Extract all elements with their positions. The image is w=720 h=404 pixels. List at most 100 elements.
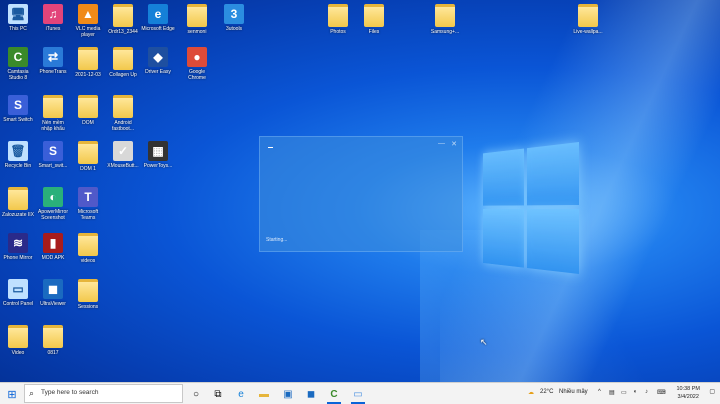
network-icon[interactable]: ▤ bbox=[609, 389, 615, 396]
close-icon[interactable]: ✕ bbox=[451, 140, 457, 148]
desktop-icon-label: senmoni bbox=[187, 29, 207, 35]
desktop-icon[interactable]: Ordr13_2344 bbox=[106, 4, 140, 35]
folder-icon bbox=[8, 187, 28, 210]
desktop-icon-label: XMouseButt... bbox=[107, 163, 139, 169]
desktop-icon-label: Smart_swit... bbox=[38, 163, 68, 169]
desktop-icon[interactable]: T Microsoft Teams bbox=[71, 187, 105, 221]
desktop-icon-label: Photos bbox=[330, 29, 346, 35]
app-icon: ⇄ bbox=[43, 47, 63, 67]
loading-status-text: Starting... bbox=[266, 237, 288, 243]
desktop-icon[interactable]: ▭ Control Panel bbox=[1, 279, 35, 307]
recorder-taskbar-icon[interactable]: ▭ bbox=[350, 386, 366, 402]
cortana-icon[interactable]: ○ bbox=[188, 386, 204, 402]
desktop-icon[interactable]: senmoni bbox=[180, 4, 214, 35]
battery-icon[interactable]: ▭ bbox=[621, 389, 627, 396]
desktop-icon[interactable]: ▦ PowerToys... bbox=[141, 141, 175, 169]
clock[interactable]: 10:38 PM 3/4/2022 bbox=[676, 385, 700, 401]
folder-icon bbox=[43, 325, 63, 348]
desktop-icon-label: Samsung+... bbox=[430, 29, 460, 35]
folder-icon bbox=[113, 4, 133, 27]
desktop-icon[interactable]: ≋ Phone Mirror bbox=[1, 233, 35, 261]
desktop-icon[interactable]: Live-wallpa... bbox=[571, 4, 605, 35]
app-icon: T bbox=[78, 187, 98, 207]
desktop-icon[interactable]: Photos bbox=[321, 4, 355, 35]
desktop-icon[interactable]: Nén mềm nhập khẩu bbox=[36, 95, 70, 132]
ultraviewer-taskbar-icon[interactable]: ◼ bbox=[303, 386, 319, 402]
file-explorer-taskbar-icon[interactable]: ▬ bbox=[256, 386, 272, 402]
desktop-icon[interactable]: Android fastboot... bbox=[106, 95, 140, 132]
keyboard-icon[interactable]: ⌨ bbox=[657, 389, 666, 396]
desktop-icon-label: PhoneTrans bbox=[39, 69, 67, 75]
loading-window[interactable]: — ✕ Starting... bbox=[259, 136, 463, 252]
volume-icon[interactable]: ◖ bbox=[633, 389, 637, 395]
app-icon: S bbox=[8, 95, 28, 115]
weather-icon[interactable]: ☁ bbox=[528, 389, 534, 396]
desktop-icon-label: UltraViewer bbox=[40, 301, 66, 307]
app-icon: 3 bbox=[224, 4, 244, 24]
app-icon: ▲ bbox=[78, 4, 98, 24]
folder-icon bbox=[364, 4, 384, 27]
task-view-icon[interactable]: ⧉ bbox=[210, 386, 226, 402]
desktop-icon[interactable]: videos bbox=[71, 233, 105, 264]
desktop-icon[interactable]: Collagen Up bbox=[106, 47, 140, 78]
desktop-icon[interactable]: ♫ iTunes bbox=[36, 4, 70, 32]
desktop-icon-label: 0817 bbox=[47, 350, 59, 356]
weather-temp[interactable]: 22°C bbox=[540, 389, 553, 395]
app-icon: ▦ bbox=[148, 141, 168, 161]
edge-taskbar-icon[interactable]: e bbox=[233, 386, 249, 402]
desktop-icon[interactable]: 0817 bbox=[36, 325, 70, 356]
desktop-icon-label: videos bbox=[80, 258, 96, 264]
desktop-icon[interactable]: Zalozuzate IIX bbox=[1, 187, 35, 218]
desktop-icon[interactable]: ⇄ PhoneTrans bbox=[36, 47, 70, 75]
desktop-icon[interactable]: ◼ UltraViewer bbox=[36, 279, 70, 307]
desktop-icon-label: VLC media player bbox=[75, 26, 101, 38]
notifications-icon[interactable]: ▢ bbox=[709, 388, 715, 395]
desktop-icon[interactable]: ▲ VLC media player bbox=[71, 4, 105, 38]
chevron-up-icon[interactable]: ^ bbox=[598, 389, 601, 395]
desktop-icon[interactable]: ✓ XMouseButt... bbox=[106, 141, 140, 169]
weather-desc[interactable]: Nhiều mây bbox=[559, 389, 588, 395]
desktop-icon[interactable]: 🖥 This PC bbox=[1, 4, 35, 32]
app-icon: ▭ bbox=[8, 279, 28, 299]
app-icon: ≋ bbox=[8, 233, 28, 253]
desktop-icon-label: Smart Switch bbox=[3, 117, 33, 123]
app-icon: ● bbox=[187, 47, 207, 67]
camtasia-taskbar-icon[interactable]: C bbox=[326, 386, 342, 402]
desktop-icon-label: This PC bbox=[9, 26, 27, 32]
start-button[interactable]: ⊞ bbox=[4, 386, 20, 402]
desktop-icon[interactable]: Samsung+... bbox=[428, 4, 462, 35]
app-icon: 🗑 bbox=[8, 141, 28, 161]
desktop-icon-label: Control Panel bbox=[2, 301, 34, 307]
desktop-icon-label: Recycle Bin bbox=[4, 163, 32, 169]
desktop-icon[interactable]: 3 3utools bbox=[217, 4, 251, 32]
desktop-icon[interactable]: ● Google Chrome bbox=[180, 47, 214, 81]
minimize-icon[interactable]: — bbox=[438, 140, 445, 147]
search-box[interactable]: ⌕ Type here to search bbox=[24, 384, 183, 403]
desktop-icon[interactable]: ◐ ApowerMirror Sceenshot bbox=[36, 187, 70, 221]
folder-icon bbox=[78, 47, 98, 70]
desktop-icon-label: Nén mềm nhập khẩu bbox=[41, 120, 65, 132]
desktop-icon[interactable]: S Smart Switch bbox=[1, 95, 35, 123]
desktop-icon[interactable]: S Smart_swit... bbox=[36, 141, 70, 169]
desktop-icon[interactable]: ◆ Driver Easy bbox=[141, 47, 175, 75]
desktop-icon[interactable]: Video bbox=[1, 325, 35, 356]
desktop-icon-label: Microsoft Edge bbox=[141, 26, 175, 32]
desktop-icon[interactable]: 🗑 Recycle Bin bbox=[1, 141, 35, 169]
desktop-icon[interactable]: DOM bbox=[71, 95, 105, 126]
desktop-icon[interactable]: Sessions bbox=[71, 279, 105, 310]
app-icon: ✓ bbox=[113, 141, 133, 161]
folder-icon bbox=[78, 233, 98, 256]
store-taskbar-icon[interactable]: ▣ bbox=[280, 386, 296, 402]
folder-icon bbox=[187, 4, 207, 27]
desktop-icon[interactable]: Files bbox=[357, 4, 391, 35]
desktop-icon-label: Video bbox=[11, 350, 25, 356]
desktop-icon[interactable]: 2021-12-03 bbox=[71, 47, 105, 78]
app-icon: ◆ bbox=[148, 47, 168, 67]
desktop-icon[interactable]: e Microsoft Edge bbox=[141, 4, 175, 32]
desktop-icon[interactable]: C Camtasia Studio 8 bbox=[1, 47, 35, 81]
desktop-icon-label: Camtasia Studio 8 bbox=[7, 69, 29, 81]
desktop-icon[interactable]: ▮ MOD APK bbox=[36, 233, 70, 261]
speaker-icon[interactable]: ♪ bbox=[645, 389, 648, 395]
desktop-icon[interactable]: DOM 1 bbox=[71, 141, 105, 172]
desktop-icon-label: Android fastboot... bbox=[112, 120, 134, 132]
